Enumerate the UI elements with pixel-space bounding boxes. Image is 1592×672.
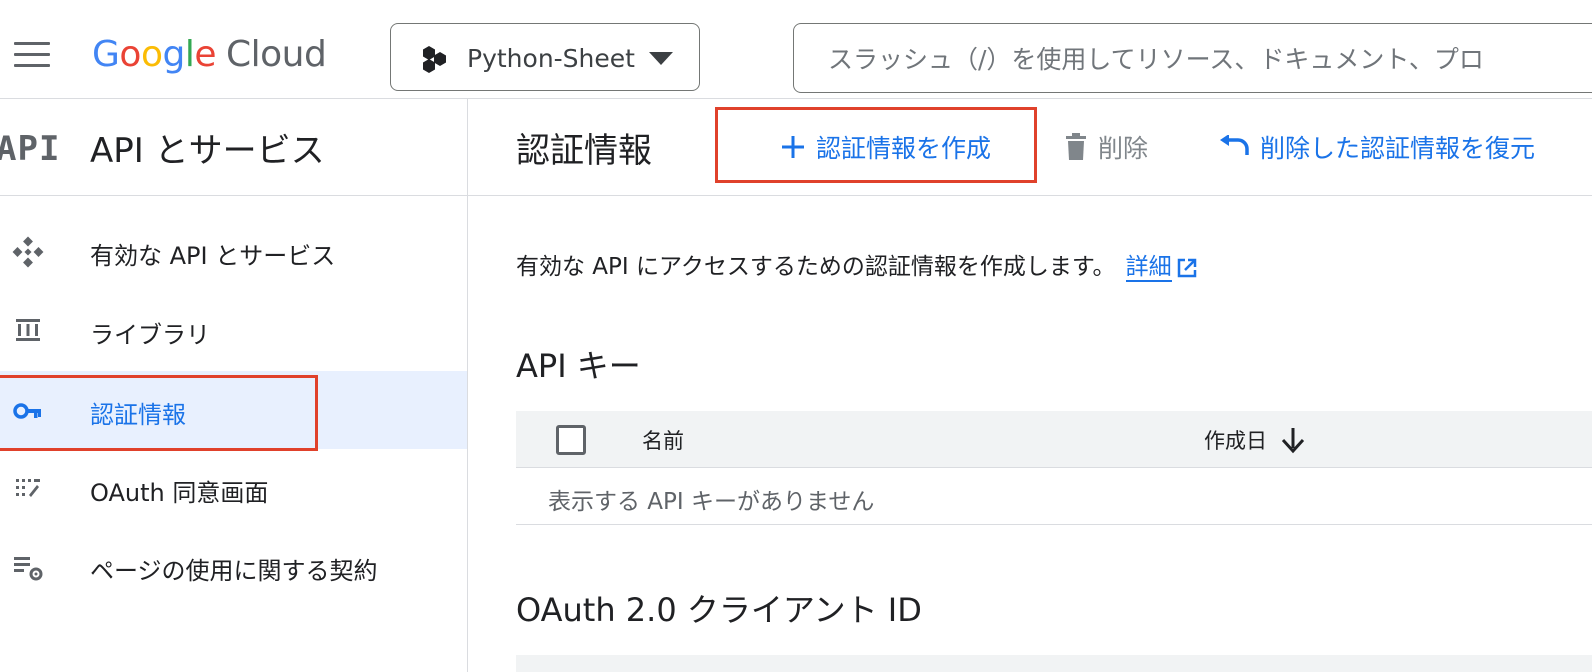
create-credentials-button[interactable]: 認証情報を作成 (780, 127, 991, 167)
sidebar-item-label: OAuth 同意画面 (90, 479, 269, 507)
empty-message: 表示する API キーがありません (548, 489, 875, 515)
project-picker-button[interactable]: Python-Sheet (390, 23, 700, 91)
column-header-created-label: 作成日 (1204, 429, 1267, 453)
external-link-icon (1177, 258, 1196, 277)
restore-deleted-credentials-button[interactable]: 削除した認証情報を復元 (1218, 127, 1535, 167)
create-credentials-label: 認証情報を作成 (816, 134, 992, 163)
trash-icon (1066, 133, 1086, 160)
delete-button[interactable]: 削除 (1064, 127, 1148, 167)
description-text: 有効な API にアクセスするための認証情報を作成します。 (516, 254, 1116, 280)
api-keys-table: 名前 作成日 表示する API キーがありません (516, 411, 1592, 525)
sidebar-item-oauth-consent[interactable]: OAuth 同意画面 (0, 449, 467, 527)
sidebar-item-library[interactable]: ライブラリ (0, 291, 467, 369)
consent-icon (16, 479, 40, 497)
page-description: 有効な API にアクセスするための認証情報を作成します。 詳細 (516, 247, 1198, 282)
select-all-checkbox[interactable] (556, 425, 586, 455)
agreement-icon (14, 557, 43, 581)
logo-google-text: Google (92, 33, 216, 75)
arrow-down-sort-icon (1281, 428, 1305, 454)
delete-label: 削除 (1098, 134, 1149, 163)
sidebar-item-label: 認証情報 (90, 401, 186, 429)
sidebar-item-label: 有効な API とサービス (90, 242, 336, 270)
table-empty-row: 表示する API キーがありません (516, 468, 1592, 525)
oauth-section-title: OAuth 2.0 クライアント ID (516, 591, 922, 629)
sidebar-item-label: ライブラリ (90, 321, 210, 349)
top-header: Google Cloud Python-Sheet (0, 6, 1592, 99)
search-input[interactable] (826, 38, 1590, 80)
api-keys-section-title: API キー (516, 347, 641, 385)
library-icon (16, 319, 40, 341)
oauth-table-header-strip (516, 655, 1592, 672)
learn-more-link[interactable]: 詳細 (1125, 254, 1172, 282)
undo-icon (1220, 135, 1249, 155)
main-content: 認証情報 認証情報を作成 削除 削除した認証情報を復元 有効な API にアクセ… (468, 99, 1592, 672)
sidebar-item-page-agreements[interactable]: ページの使用に関する契約 (0, 527, 467, 605)
table-header-row: 名前 作成日 (516, 411, 1592, 468)
column-header-name[interactable]: 名前 (642, 425, 684, 455)
sidebar-item-enabled-apis[interactable]: 有効な API とサービス (0, 212, 467, 290)
sidebar-item-label: ページの使用に関する契約 (90, 557, 378, 585)
page-title: 認証情報 (516, 131, 652, 171)
project-name: Python-Sheet (467, 44, 635, 73)
chevron-down-icon (649, 52, 673, 65)
logo-cloud-text: Cloud (226, 33, 327, 75)
plus-icon (782, 136, 804, 158)
api-diamond-icon (12, 236, 44, 268)
sidebar-item-credentials[interactable]: 認証情報 (0, 371, 467, 449)
page-header: 認証情報 認証情報を作成 削除 削除した認証情報を復元 (468, 99, 1592, 196)
sidebar-header: API API とサービス (0, 99, 467, 196)
sidebar: API API とサービス 有効な API とサービス ライブラリ 認証情報 O… (0, 99, 468, 672)
search-bar[interactable] (793, 23, 1592, 93)
column-header-created[interactable]: 作成日 (1204, 425, 1305, 455)
key-icon (13, 403, 41, 419)
google-cloud-logo[interactable]: Google Cloud (92, 26, 327, 82)
project-hexagons-icon (423, 46, 446, 73)
sidebar-title: API とサービス (90, 131, 325, 171)
api-logo-icon: API (0, 129, 61, 169)
hamburger-menu-icon[interactable] (14, 42, 50, 68)
restore-label: 削除した認証情報を復元 (1260, 134, 1536, 163)
